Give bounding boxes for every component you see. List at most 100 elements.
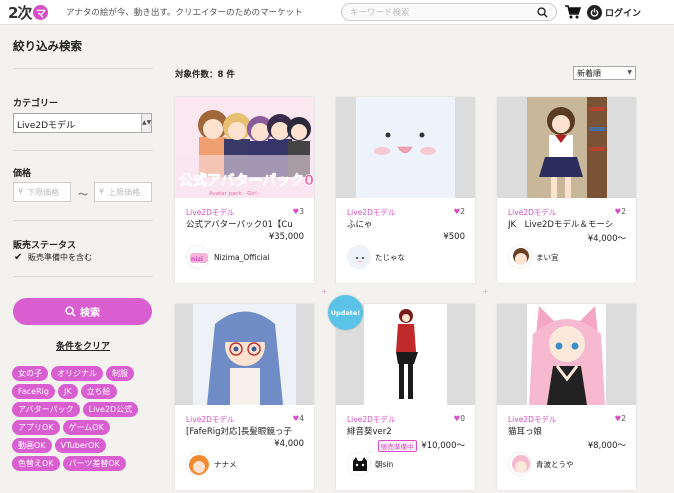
tag-chip[interactable]: VTuberOK bbox=[54, 438, 106, 453]
login-label: ログイン bbox=[605, 9, 642, 19]
tag-chip[interactable]: アバターパック bbox=[12, 402, 80, 417]
product-thumbnail[interactable] bbox=[497, 304, 636, 405]
product-category: Live2Dモデル bbox=[347, 415, 396, 424]
like-number: 2 bbox=[460, 207, 465, 216]
product-title[interactable]: 緋音葵ver2 bbox=[347, 425, 467, 437]
price-min-input[interactable] bbox=[27, 187, 68, 197]
product-title[interactable]: ふにゃ bbox=[347, 218, 467, 230]
seller-name: 青波とうや bbox=[536, 459, 574, 469]
product-thumbnail[interactable] bbox=[497, 97, 636, 198]
seller-info[interactable]: 朝sin bbox=[347, 452, 393, 476]
price-max-field[interactable]: ¥ bbox=[94, 182, 152, 202]
seller-name: たじゃな bbox=[375, 252, 405, 262]
filter-sidebar: 絞り込み検索 カテゴリー Live2Dモデル ▲▼ 価格 ¥ 〜 ¥ 販売ステー… bbox=[0, 26, 165, 493]
tag-chip[interactable]: 動画OK bbox=[12, 438, 52, 453]
search-input[interactable] bbox=[350, 6, 530, 19]
product-category: Live2Dモデル bbox=[508, 415, 557, 424]
avatar: nizi bbox=[186, 245, 210, 269]
tag-chip[interactable]: FaceRig bbox=[12, 384, 55, 399]
site-logo[interactable]: 2次 マ bbox=[8, 3, 49, 22]
seller-info[interactable]: まい宜 bbox=[508, 245, 559, 269]
tag-chip[interactable]: 制服 bbox=[106, 366, 134, 381]
chevron-down-icon: ▼ bbox=[627, 69, 632, 76]
header-bar: 2次 マ アナタの絵が今、動き出す。クリエイターのためのマーケット ログイン bbox=[0, 0, 674, 25]
search-icon bbox=[65, 306, 76, 317]
seller-info[interactable]: nizi Nizima_Official bbox=[186, 245, 269, 269]
tag-chip[interactable]: アプリOK bbox=[12, 420, 60, 435]
status-check-label: 販売準備中を含む bbox=[28, 253, 92, 262]
product-card[interactable]: Live2Dモデル ♥2 猫耳っ娘 ¥8,000〜 青波とうや bbox=[497, 304, 636, 490]
product-title[interactable]: JK Live2Dモデル＆モーシ bbox=[508, 218, 628, 230]
product-title[interactable]: 公式アバターパック01【Cu bbox=[186, 218, 306, 230]
sale-status-badge: 販売準備中 bbox=[378, 440, 417, 452]
seller-name: ナナメ bbox=[214, 459, 237, 469]
like-count[interactable]: ♥2 bbox=[614, 414, 626, 423]
sort-select[interactable]: 新着順 ▼ bbox=[573, 66, 636, 80]
product-price: ¥35,000 bbox=[268, 232, 304, 242]
divider bbox=[13, 68, 153, 69]
category-label: カテゴリー bbox=[13, 99, 59, 109]
product-title[interactable]: [FafeRig対応]長髪眼鏡っ子 bbox=[186, 425, 306, 437]
product-price: ¥10,000〜 bbox=[421, 441, 465, 451]
seller-info[interactable]: たじゃな bbox=[347, 245, 405, 269]
tag-chip[interactable]: オリジナル bbox=[51, 366, 103, 381]
divider bbox=[13, 150, 153, 151]
product-card[interactable]: 公式アバターパック01 Avatar pack - Girl - Live2Dモ… bbox=[175, 97, 314, 283]
clear-filters-link[interactable]: 条件をクリア bbox=[56, 339, 110, 352]
product-category: Live2Dモデル bbox=[508, 208, 557, 217]
seller-info[interactable]: 青波とうや bbox=[508, 452, 574, 476]
search-icon[interactable] bbox=[537, 7, 548, 18]
tag-chip[interactable]: 立ち絵 bbox=[80, 384, 117, 399]
price-max-input[interactable] bbox=[108, 187, 149, 197]
product-card[interactable]: Live2Dモデル ♥0 緋音葵ver2 販売準備中 ¥10,000〜 朝sin bbox=[336, 304, 475, 490]
cart-icon[interactable] bbox=[565, 5, 581, 19]
chevron-down-icon: ▲▼ bbox=[141, 114, 151, 132]
product-title[interactable]: 猫耳っ娘 bbox=[508, 425, 628, 437]
product-card[interactable]: Live2Dモデル ♥2 ふにゃ ¥500 たじゃな bbox=[336, 97, 475, 283]
sparkle-icon: + bbox=[321, 287, 328, 296]
update-badge: Update! bbox=[328, 295, 363, 330]
login-button[interactable]: ログイン bbox=[587, 4, 641, 21]
like-count[interactable]: ♥2 bbox=[614, 207, 626, 216]
like-count[interactable]: ♥2 bbox=[453, 207, 465, 216]
like-count[interactable]: ♥3 bbox=[292, 207, 304, 216]
seller-info[interactable]: ナナメ bbox=[186, 452, 237, 476]
avatar bbox=[347, 245, 371, 269]
product-thumbnail[interactable]: 公式アバターパック01 Avatar pack - Girl - bbox=[175, 97, 314, 198]
like-number: 2 bbox=[621, 207, 626, 216]
category-select[interactable]: Live2Dモデル ▲▼ bbox=[13, 113, 152, 133]
like-count[interactable]: ♥0 bbox=[453, 414, 465, 423]
product-category: Live2Dモデル bbox=[347, 208, 396, 217]
tag-list: 女の子 オリジナル 制服 FaceRig JK 立ち絵 アバターパック Live… bbox=[12, 366, 152, 471]
product-category: Live2Dモデル bbox=[186, 415, 235, 424]
search-button[interactable]: 検索 bbox=[13, 298, 152, 325]
svg-text:nizi: nizi bbox=[191, 256, 203, 263]
avatar bbox=[186, 452, 210, 476]
price-label: 価格 bbox=[13, 169, 32, 179]
thumbnail-subcaption: Avatar pack - Girl - bbox=[209, 191, 260, 197]
like-count[interactable]: ♥4 bbox=[292, 414, 304, 423]
seller-name: Nizima_Official bbox=[214, 252, 270, 262]
product-category: Live2Dモデル bbox=[186, 208, 235, 217]
product-card[interactable]: Live2Dモデル ♥4 [FafeRig対応]長髪眼鏡っ子 ¥4,000 ナナ… bbox=[175, 304, 314, 490]
price-min-field[interactable]: ¥ bbox=[13, 182, 71, 202]
range-tilde: 〜 bbox=[78, 190, 88, 201]
category-value: Live2Dモデル bbox=[17, 121, 76, 131]
logo-mark: マ bbox=[33, 5, 49, 20]
product-card[interactable]: Live2Dモデル ♥2 JK Live2Dモデル＆モーシ ¥4,000〜 まい… bbox=[497, 97, 636, 283]
seller-name: まい宜 bbox=[536, 252, 559, 262]
product-thumbnail[interactable] bbox=[175, 304, 314, 405]
avatar bbox=[508, 245, 532, 269]
tag-chip[interactable]: JK bbox=[57, 384, 78, 399]
status-checkbox[interactable]: ✔ 販売準備中を含む bbox=[14, 252, 92, 263]
checkmark-icon: ✔ bbox=[14, 251, 23, 263]
avatar bbox=[347, 452, 371, 476]
tag-chip[interactable]: 色替えOK bbox=[12, 456, 60, 471]
tag-chip[interactable]: パーツ差替OK bbox=[62, 456, 126, 471]
power-icon bbox=[587, 5, 602, 20]
tag-chip[interactable]: ゲームOK bbox=[62, 420, 110, 435]
tag-chip[interactable]: Live2D公式 bbox=[82, 402, 139, 417]
product-price: ¥4,000〜 bbox=[587, 234, 626, 244]
product-thumbnail[interactable] bbox=[336, 97, 475, 198]
tag-chip[interactable]: 女の子 bbox=[12, 366, 48, 381]
